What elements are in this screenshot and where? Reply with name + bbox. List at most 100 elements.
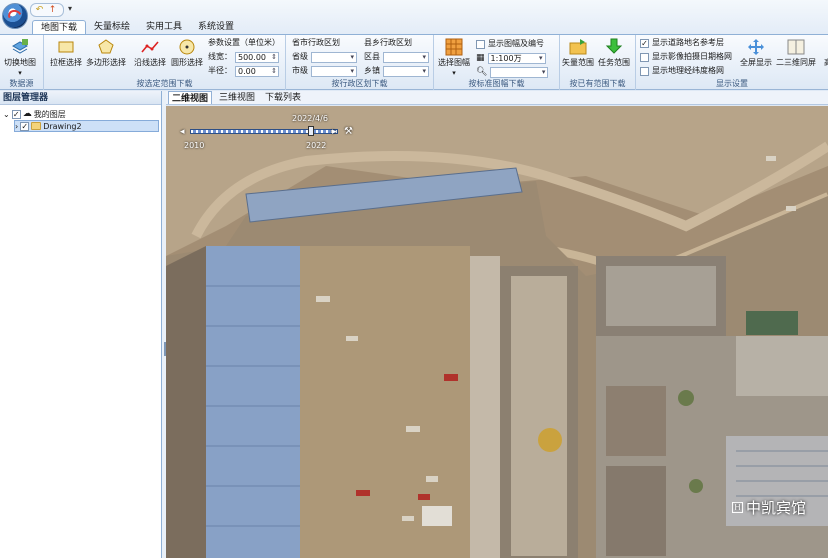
vector-range-button[interactable]: 矢量范围 <box>562 38 594 68</box>
place-label-text: 中凯宾馆 <box>745 499 806 517</box>
task-range-button[interactable]: 任务范围 <box>598 38 630 68</box>
rect-select-button[interactable]: 拉框选择 <box>50 38 82 68</box>
drawing2-label: Drawing2 <box>43 121 82 131</box>
hotel-icon: H <box>731 502 743 513</box>
view-tabs: 二维视图 三维视图 下载列表 <box>166 91 828 105</box>
tree-item-drawing2[interactable]: › ✓ Drawing2 <box>14 120 159 132</box>
group-label-standard-sheet: 按标准图幅下载 <box>468 79 525 88</box>
title-bar: ↶ ↑ ▾ 地图下载 矢量标绘 实用工具 系统设置 <box>0 0 828 34</box>
wrench-icon[interactable]: ⚒ <box>344 126 353 137</box>
cloud-folder-icon: ☁ <box>22 109 32 119</box>
town-label: 乡镇 <box>364 66 380 75</box>
switch-map-label: 切换地图 <box>4 58 36 67</box>
layer-manager-title: 图层管理器 <box>0 91 161 105</box>
polygon-select-label: 多边形选择 <box>86 58 126 67</box>
app-menu-button[interactable] <box>2 3 28 29</box>
my-layers-label: 我的图层 <box>33 109 66 119</box>
timeline-start-year: 2010 <box>184 141 205 150</box>
timeline-prev-icon[interactable]: ◂ <box>180 127 185 137</box>
polygon-select-icon <box>98 39 114 54</box>
expand-icon[interactable]: › <box>15 122 18 131</box>
scale-select[interactable]: 1:100万 <box>487 52 546 64</box>
road-ref-checkbox[interactable]: ✓ <box>640 38 649 48</box>
scale-row: ▦ 1:100万 <box>476 52 546 64</box>
county-town-title: 县乡行政区划 <box>364 38 412 47</box>
province-row: 省级 <box>292 51 357 63</box>
select-sheet-button[interactable]: 选择图幅 ▾ <box>438 38 470 78</box>
tree-item-my-layers[interactable]: ⌄ ✓ ☁ 我的图层 <box>3 108 66 120</box>
county-select[interactable] <box>383 51 429 63</box>
layers-icon <box>11 39 29 54</box>
timeline-thumb[interactable] <box>308 126 314 136</box>
province-label: 省级 <box>292 52 308 61</box>
tab-map-download[interactable]: 地图下载 <box>32 20 87 34</box>
tab-settings[interactable]: 系统设置 <box>190 20 242 34</box>
tab-download-list[interactable]: 下载列表 <box>262 91 304 104</box>
map-view[interactable]: 2022/4/6 ◂ ▸ ⚒ 2010 2022 H 中凯宾馆 <box>166 106 828 558</box>
city-row: 市级 <box>292 65 357 77</box>
line-select-button[interactable]: 沿线选择 <box>134 38 166 68</box>
group-label-datasource: 数据源 <box>9 79 34 88</box>
group-label-admin-division: 按行政区划下载 <box>331 79 388 88</box>
split-view-button[interactable]: 二三维同屏 <box>776 38 816 68</box>
line-width-input[interactable]: 500.00 <box>235 51 279 63</box>
vector-range-label: 矢量范围 <box>562 58 594 67</box>
timeline-date: 2022/4/6 <box>292 114 328 123</box>
tab-3d-view[interactable]: 三维视图 <box>216 91 258 104</box>
show-sheet-checkbox[interactable] <box>476 39 485 49</box>
province-select[interactable] <box>311 51 357 63</box>
group-label-range-select: 按选定范围下载 <box>136 79 193 88</box>
capture-date-row[interactable]: 显示影像拍摄日期格网 <box>640 51 732 63</box>
province-city-title: 省市行政区划 <box>292 38 340 47</box>
quick-access-dropdown-icon[interactable]: ▾ <box>68 4 72 13</box>
more-button[interactable]: 高 <box>819 38 828 68</box>
circle-select-icon <box>179 39 195 55</box>
line-select-label: 沿线选择 <box>134 58 166 67</box>
undo-icon[interactable]: ↶ <box>34 5 45 15</box>
capture-date-checkbox[interactable] <box>640 52 649 62</box>
tab-2d-view[interactable]: 二维视图 <box>168 91 213 104</box>
zoom-row: 🔍︎ <box>476 66 549 78</box>
tab-vector-plot[interactable]: 矢量标绘 <box>86 20 138 34</box>
radius-input[interactable]: 0.00 <box>235 65 279 77</box>
town-select[interactable] <box>383 65 429 77</box>
magnifier-icon[interactable]: 🔍︎ <box>476 66 487 78</box>
ribbon: 切换地图 ▾ 数据源 拉框选择 多边形选择 沿线选择 圆形选择 参数设置（单位米… <box>0 34 828 90</box>
city-select[interactable] <box>311 65 357 77</box>
timeline-track[interactable] <box>190 129 338 134</box>
my-layers-checkbox[interactable]: ✓ <box>11 109 21 119</box>
latlon-grid-row[interactable]: 显示地理经纬度格网 <box>640 65 724 77</box>
capture-date-label: 显示影像拍摄日期格网 <box>652 52 732 61</box>
latlon-grid-checkbox[interactable] <box>640 66 649 76</box>
switch-map-button[interactable]: 切换地图 ▾ <box>4 38 36 78</box>
collapse-icon[interactable]: ⌄ <box>3 110 10 119</box>
show-sheet-label: 显示图幅及编号 <box>488 39 544 48</box>
more-icon <box>819 38 828 56</box>
fullscreen-icon <box>748 39 764 55</box>
fullscreen-button[interactable]: 全屏显示 <box>740 38 772 68</box>
road-ref-row[interactable]: ✓ 显示道路地名参考层 <box>640 37 724 49</box>
select-sheet-dropdown-icon: ▾ <box>452 69 456 77</box>
split-screen-icon <box>787 39 805 55</box>
city-label: 市级 <box>292 66 308 75</box>
timeline-next-icon[interactable]: ▸ <box>332 127 337 137</box>
quick-access-toolbar: ↶ ↑ <box>30 3 64 17</box>
group-datasource: 切换地图 ▾ 数据源 <box>0 35 44 90</box>
drawing2-checkbox[interactable]: ✓ <box>20 121 30 131</box>
rect-select-label: 拉框选择 <box>50 58 82 67</box>
up-arrow-icon[interactable]: ↑ <box>47 5 58 15</box>
county-label: 区县 <box>364 52 380 61</box>
more-label: 高 <box>824 58 828 68</box>
sheet-number-input[interactable] <box>490 66 549 78</box>
group-existing-range: 矢量范围 任务范围 按已有范围下载 <box>560 35 636 90</box>
group-label-display: 显示设置 <box>716 79 748 88</box>
polyline-select-icon <box>141 41 159 53</box>
group-standard-sheet: 选择图幅 ▾ 显示图幅及编号 ▦ 1:100万 🔍︎ 按标准图幅下载 <box>434 35 560 90</box>
circle-select-button[interactable]: 圆形选择 <box>171 38 203 68</box>
polygon-select-button[interactable]: 多边形选择 <box>86 38 126 68</box>
line-width-label: 线宽： <box>208 52 232 61</box>
town-row: 乡镇 <box>364 65 429 77</box>
show-sheet-row[interactable]: 显示图幅及编号 <box>476 38 544 50</box>
download-arrow-icon <box>605 38 623 54</box>
tab-tools[interactable]: 实用工具 <box>138 20 190 34</box>
